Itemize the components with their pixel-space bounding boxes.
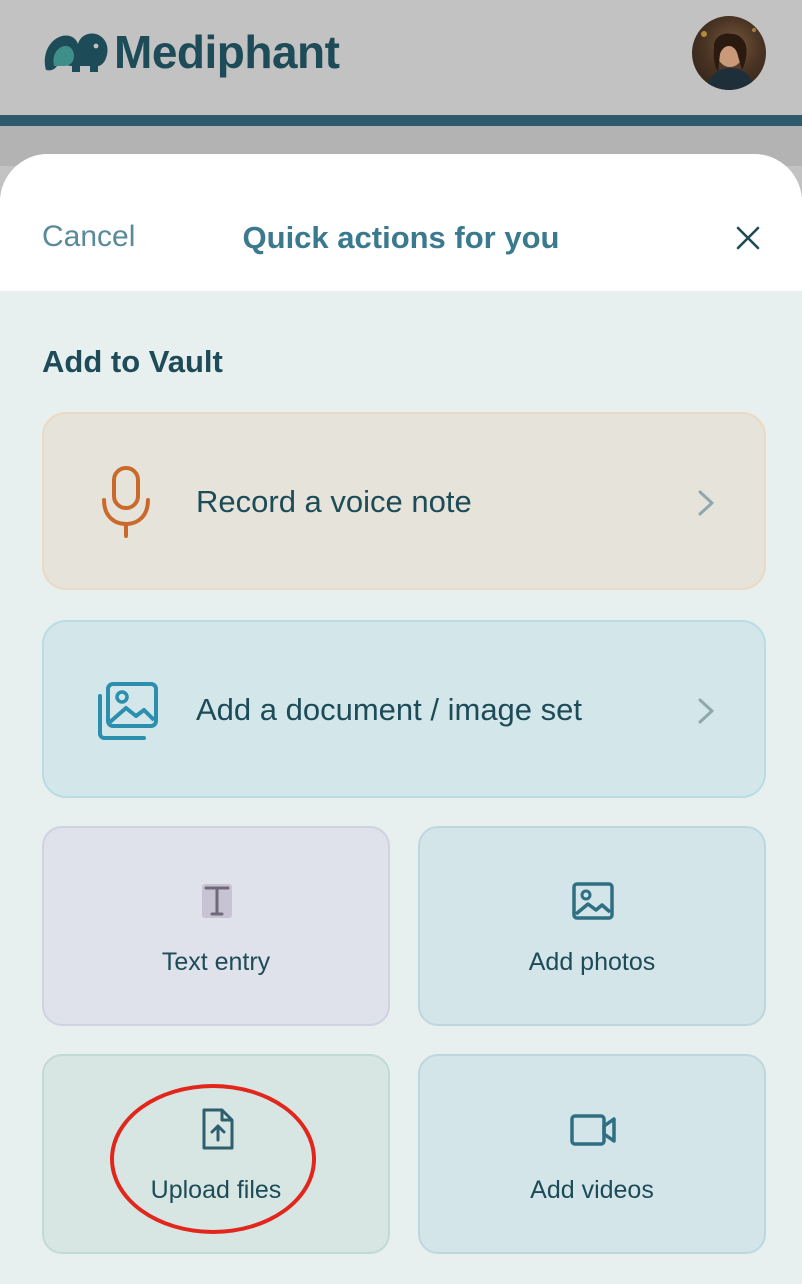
- header-divider: [0, 115, 802, 126]
- cancel-button[interactable]: Cancel: [42, 220, 135, 254]
- sheet-header: Cancel Quick actions for you: [0, 154, 802, 291]
- file-upload-icon: [202, 1108, 234, 1150]
- app-logo[interactable]: Mediphant: [40, 22, 340, 82]
- tile-label: Upload files: [150, 1176, 282, 1204]
- action-label: Record a voice note: [196, 484, 472, 519]
- add-document-image-set-button[interactable]: Add a document / image set: [42, 620, 766, 798]
- section-title: Add to Vault: [42, 344, 223, 379]
- app-header: Mediphant: [0, 0, 802, 115]
- text-entry-button[interactable]: Text entry: [42, 826, 390, 1026]
- tile-label: Add photos: [528, 948, 656, 976]
- avatar-portrait: [701, 28, 756, 90]
- app-name: Mediphant: [114, 26, 340, 78]
- elephant-logo-icon: [44, 33, 108, 72]
- tile-label: Text entry: [161, 948, 271, 976]
- add-photos-button[interactable]: Add photos: [418, 826, 766, 1026]
- quick-actions-sheet: Cancel Quick actions for you Add to Vaul…: [0, 154, 802, 1284]
- text-icon: [202, 884, 232, 918]
- upload-files-button[interactable]: Upload files: [42, 1054, 390, 1254]
- action-label: Add a document / image set: [196, 692, 583, 727]
- chevron-right-icon: [698, 698, 714, 724]
- microphone-icon: [102, 466, 150, 538]
- image-stack-icon: [98, 682, 158, 740]
- close-icon[interactable]: [730, 220, 766, 256]
- add-videos-button[interactable]: Add videos: [418, 1054, 766, 1254]
- chevron-right-icon: [698, 490, 714, 516]
- photo-icon: [572, 882, 614, 920]
- user-avatar[interactable]: [692, 16, 766, 90]
- tile-label: Add videos: [530, 1176, 654, 1204]
- record-voice-note-button[interactable]: Record a voice note: [42, 412, 766, 590]
- video-camera-icon: [570, 1114, 616, 1146]
- app: Mediphant Cancel Quick actions for you A…: [0, 0, 802, 1284]
